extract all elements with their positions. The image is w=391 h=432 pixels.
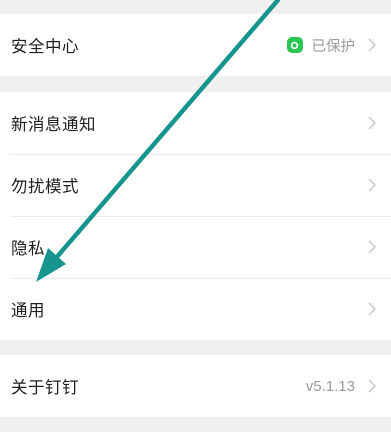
settings-row-general[interactable]: 通用 (0, 278, 391, 340)
version-text: v5.1.13 (305, 377, 355, 395)
dnd-label: 勿扰模式 (11, 177, 79, 196)
chevron-right-icon (368, 38, 376, 52)
security-label: 安全中心 (11, 37, 79, 56)
settings-group-security: 安全中心 已保护 (0, 14, 391, 76)
security-status: 已保护 (286, 35, 356, 56)
chevron-right-icon (368, 302, 376, 316)
settings-group-about: 关于钉钉 v5.1.13 (0, 355, 391, 417)
about-label: 关于钉钉 (11, 378, 79, 397)
notifications-label: 新消息通知 (11, 115, 96, 134)
chevron-right-icon (368, 116, 376, 130)
general-label: 通用 (11, 301, 45, 320)
settings-row-about[interactable]: 关于钉钉 v5.1.13 (0, 355, 391, 417)
security-status-text: 已保护 (311, 38, 356, 55)
settings-row-security[interactable]: 安全中心 已保护 (0, 14, 391, 76)
privacy-label: 隐私 (11, 239, 45, 258)
settings-row-notifications[interactable]: 新消息通知 (0, 92, 391, 154)
chevron-right-icon (368, 379, 376, 393)
settings-row-dnd[interactable]: 勿扰模式 (0, 154, 391, 216)
settings-group-main: 新消息通知 勿扰模式 隐私 通用 (0, 92, 391, 340)
settings-row-privacy[interactable]: 隐私 (0, 216, 391, 278)
chevron-right-icon (368, 178, 376, 192)
chevron-right-icon (368, 240, 376, 254)
shield-icon (286, 37, 303, 53)
